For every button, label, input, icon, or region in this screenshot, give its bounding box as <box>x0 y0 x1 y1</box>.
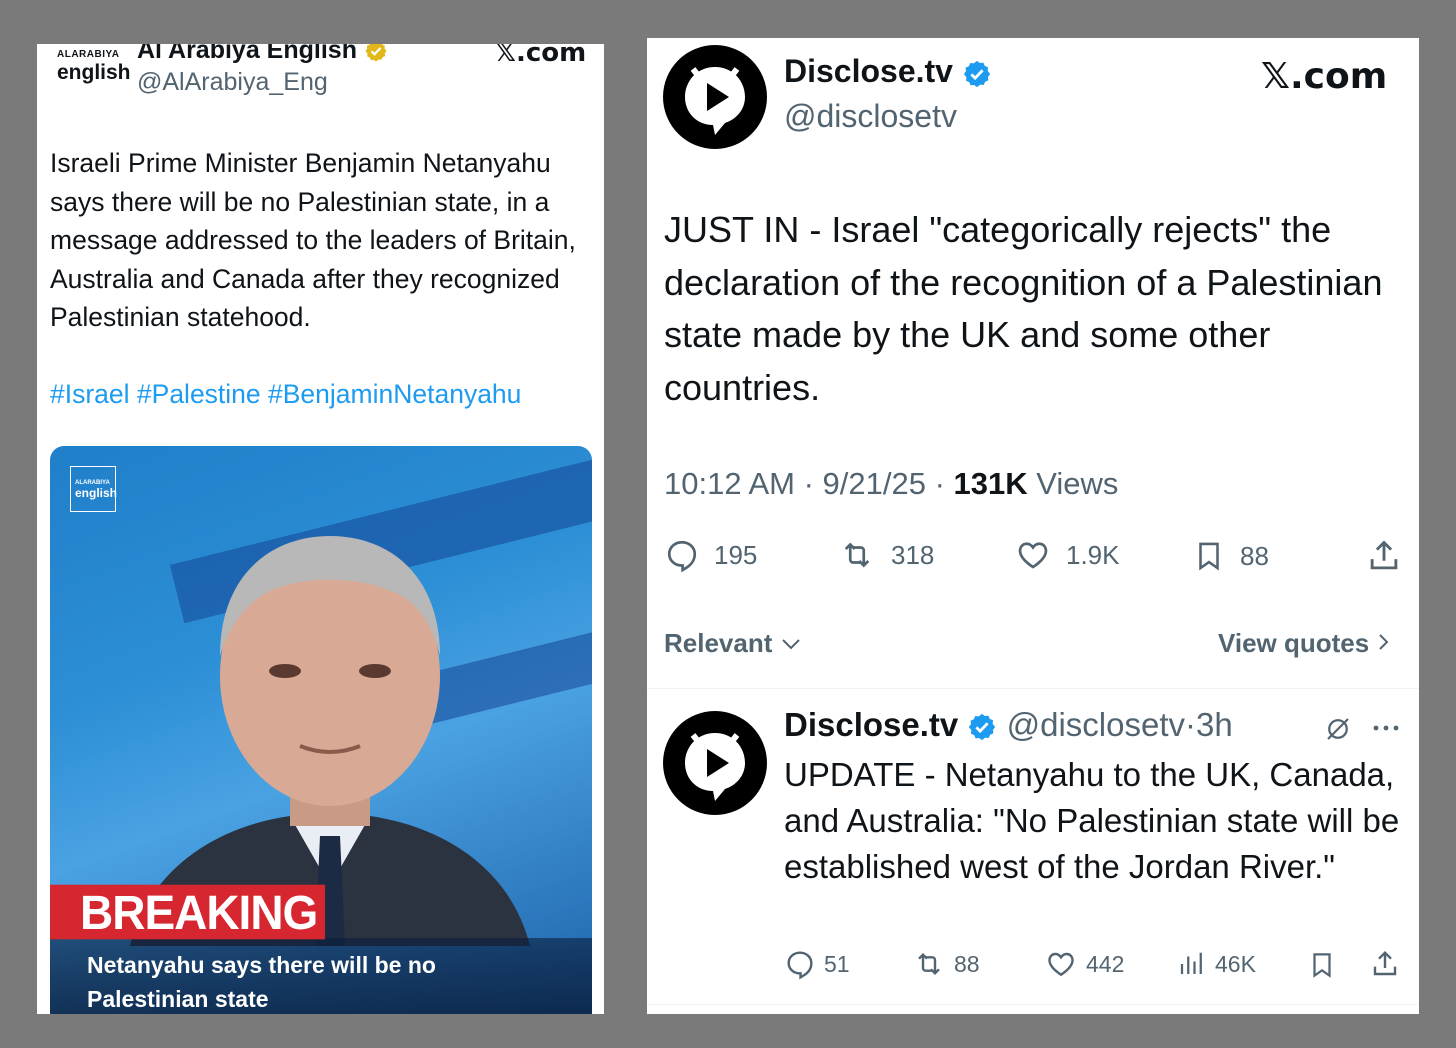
like-count: 1.9K <box>1066 539 1120 570</box>
grok-icon[interactable] <box>1323 714 1353 744</box>
blue-verified-icon <box>969 714 996 741</box>
reply-button[interactable]: 195 <box>664 537 757 573</box>
portrait-image <box>130 536 530 946</box>
right-tweet-screenshot: Disclose.tv @disclosetv 𝕏.com JUST IN - … <box>647 38 1419 1014</box>
reply-text: UPDATE - Netanyahu to the UK, Canada, an… <box>784 756 1400 885</box>
bookmark-icon <box>1199 542 1219 571</box>
author-name[interactable]: Disclose.tv <box>784 53 953 89</box>
views-label: Views <box>1027 466 1119 501</box>
view-quotes-label: View quotes <box>1218 628 1370 658</box>
avatar[interactable] <box>663 45 767 149</box>
tweet-meta: 10:12 AM · 9/21/25 · 131K Views <box>664 466 1118 502</box>
repost-icon <box>844 542 870 568</box>
reply-repost-count: 88 <box>954 950 980 977</box>
view-quotes-link[interactable]: View quotes <box>1218 628 1392 659</box>
reply-views-count: 46K <box>1215 950 1256 977</box>
media-logo: ALARABIYA english <box>70 466 117 512</box>
x-com-label: 𝕏.com <box>1261 56 1388 97</box>
tweet-timestamp[interactable]: 10:12 AM · 9/21/25 · <box>664 466 954 501</box>
share-icon <box>1370 540 1398 570</box>
reply-like-count: 442 <box>1086 950 1125 977</box>
repost-button[interactable]: 318 <box>837 537 934 573</box>
chevron-right-icon <box>1379 634 1389 650</box>
share-icon[interactable] <box>1369 948 1401 980</box>
x-com-label: 𝕏.com <box>495 44 587 68</box>
author-handle[interactable]: @AlArabiya_Eng <box>137 68 328 97</box>
reply-reply-button[interactable]: 51 <box>784 948 850 980</box>
views-chart-icon <box>1180 952 1202 974</box>
breaking-badge: BREAKING <box>50 884 326 940</box>
tweet-image[interactable]: ALARABIYA english BREAKING Netanyahu say… <box>50 446 592 1014</box>
more-options-icon[interactable] <box>1370 716 1402 740</box>
tweet-text: Israeli Prime Minister Benjamin Netanyah… <box>50 148 576 332</box>
author-handle[interactable]: @disclosetv <box>784 98 957 135</box>
disclosetv-logo-icon <box>685 67 745 135</box>
bookmark-button[interactable]: 88 <box>1192 537 1269 575</box>
reply-author-name[interactable]: Disclose.tv <box>784 706 958 743</box>
disclosetv-logo-icon <box>685 733 745 801</box>
divider <box>647 1004 1419 1005</box>
reply-repost-button[interactable]: 88 <box>912 948 980 980</box>
image-caption: Netanyahu says there will be no Palestin… <box>87 952 436 1012</box>
tweet-text: JUST IN - Israel "categorically rejects"… <box>664 209 1383 408</box>
alarabiya-logo-top: ALARABIYA <box>57 49 120 60</box>
hashtags[interactable]: #Israel #Palestine #BenjaminNetanyahu <box>50 375 521 413</box>
share-button[interactable] <box>1365 537 1403 575</box>
reply-icon <box>667 540 697 573</box>
sort-label: Relevant <box>664 628 773 658</box>
heart-icon <box>1048 952 1074 977</box>
bookmark-count: 88 <box>1240 540 1269 571</box>
alarabiya-logo-bottom: english <box>57 61 131 84</box>
reply-icon <box>787 951 813 980</box>
views-count: 131K <box>953 466 1028 501</box>
reply-views-button[interactable]: 46K <box>1177 948 1256 980</box>
like-button[interactable]: 1.9K <box>1014 537 1120 573</box>
bookmark-icon[interactable] <box>1307 948 1337 982</box>
reply-count: 195 <box>714 539 758 570</box>
author-name-row[interactable]: Disclose.tv <box>784 53 992 90</box>
left-tweet-screenshot: ALARABIYA english Al Arabiya English @Al… <box>37 44 604 1014</box>
reply-reply-count: 51 <box>824 950 850 977</box>
sort-replies-dropdown[interactable]: Relevant <box>664 628 802 659</box>
repost-icon <box>918 952 940 976</box>
chevron-down-icon <box>781 639 800 650</box>
gold-verified-icon <box>365 44 387 62</box>
heart-icon <box>1018 542 1048 569</box>
reply-handle-time[interactable]: @disclosetv·3h <box>1007 706 1233 743</box>
author-name-row[interactable]: Al Arabiya English <box>137 44 388 65</box>
blue-verified-icon <box>963 60 990 87</box>
reply-header: Disclose.tv @disclosetv·3h <box>784 706 1233 744</box>
reply-like-button[interactable]: 442 <box>1044 948 1124 980</box>
divider <box>647 688 1419 689</box>
reply-avatar[interactable] <box>663 711 767 815</box>
repost-count: 318 <box>891 539 935 570</box>
author-name[interactable]: Al Arabiya English <box>137 44 357 64</box>
